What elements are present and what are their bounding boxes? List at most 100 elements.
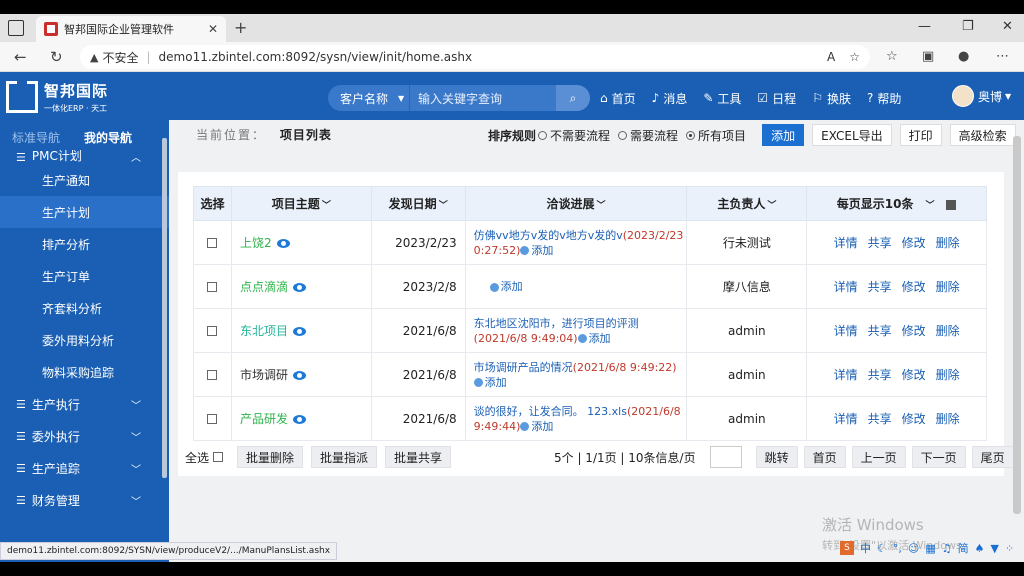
share-link[interactable]: 共享: [868, 368, 892, 382]
close-tab-icon[interactable]: ✕: [208, 22, 218, 36]
moon-icon[interactable]: ☾: [877, 542, 887, 555]
new-tab-icon[interactable]: +: [234, 18, 247, 37]
radio-all[interactable]: 所有项目: [686, 127, 746, 144]
row-checkbox[interactable]: [207, 282, 218, 292]
add-progress-link[interactable]: 添加: [520, 420, 553, 433]
ime-chinese[interactable]: 中: [860, 540, 871, 556]
add-progress-link[interactable]: 添加: [577, 332, 611, 345]
row-checkbox[interactable]: [207, 370, 218, 380]
menu-home[interactable]: ⌂ 首页: [600, 90, 636, 107]
col-progress[interactable]: 洽谈进展 ﹀: [464, 186, 688, 221]
detail-link[interactable]: 详情: [834, 280, 858, 294]
row-checkbox[interactable]: [207, 414, 218, 424]
excel-export-button[interactable]: EXCEL导出: [812, 124, 892, 146]
print-button[interactable]: 打印: [899, 124, 942, 146]
progress-text[interactable]: 仿佛vv地方v发的v地方v发的v: [474, 229, 623, 242]
tab-my-nav[interactable]: 我的导航: [72, 129, 144, 146]
sidebar-item[interactable]: 排产分析: [0, 228, 169, 260]
menu-skin[interactable]: ⚐ 换肤: [812, 90, 851, 107]
search-input[interactable]: 输入关键字查询: [410, 85, 556, 111]
edit-link[interactable]: 修改: [902, 368, 926, 382]
eye-icon[interactable]: [292, 415, 306, 424]
favorite-icon[interactable]: ☆: [849, 50, 860, 64]
progress-text[interactable]: 东北地区沈阳市，进行项目的评测: [474, 317, 639, 330]
advanced-search-button[interactable]: 高级检索: [949, 124, 1016, 146]
project-link[interactable]: 东北项目: [240, 324, 288, 338]
eye-icon[interactable]: [292, 371, 306, 380]
detail-link[interactable]: 详情: [834, 412, 858, 426]
share-link[interactable]: 共享: [868, 324, 892, 338]
collections-icon[interactable]: ▣: [922, 49, 934, 64]
share-link[interactable]: 共享: [868, 236, 892, 250]
edit-link[interactable]: 修改: [902, 280, 926, 294]
sidebar-item[interactable]: 生产通知: [0, 164, 169, 196]
delete-link[interactable]: 删除: [936, 280, 960, 294]
add-progress-link[interactable]: 添加: [489, 280, 523, 293]
detail-link[interactable]: 详情: [834, 368, 858, 382]
row-checkbox[interactable]: [207, 326, 218, 336]
radio-no-flow[interactable]: 不需要流程: [538, 127, 610, 144]
edit-link[interactable]: 修改: [902, 236, 926, 250]
profile-icon[interactable]: ●: [958, 49, 969, 64]
menu-help[interactable]: ? 帮助: [867, 90, 901, 107]
user-menu[interactable]: 奥博 ▼: [952, 85, 1011, 107]
ime-logo-icon[interactable]: S: [840, 541, 854, 555]
radio-need-flow[interactable]: 需要流程: [618, 127, 678, 144]
menu-schedule[interactable]: ☑ 日程: [757, 90, 796, 107]
project-link[interactable]: 点点滴滴: [240, 280, 288, 294]
sidebar-group[interactable]: ☰ 财务管理 ﹀: [0, 484, 169, 516]
header-checkbox[interactable]: [946, 199, 957, 210]
sidebar-scrollbar[interactable]: [162, 138, 167, 478]
sidebar-group[interactable]: ☰ 生产追踪 ﹀: [0, 452, 169, 484]
sidebar-item[interactable]: 物料采购追踪: [0, 356, 169, 388]
col-subject[interactable]: 项目主题 ﹀: [230, 186, 372, 221]
detail-link[interactable]: 详情: [834, 324, 858, 338]
keyboard-icon[interactable]: ▦: [925, 542, 935, 555]
project-link[interactable]: 市场调研: [240, 368, 288, 382]
close-window-icon[interactable]: ✕: [1002, 19, 1013, 34]
prev-page-button[interactable]: 上一页: [851, 446, 906, 468]
project-link[interactable]: 上饶2: [240, 236, 272, 250]
row-checkbox[interactable]: [207, 238, 218, 248]
tab-actions-icon[interactable]: [8, 20, 24, 36]
browser-tab[interactable]: 智邦国际企业管理软件 ✕: [36, 16, 226, 42]
delete-link[interactable]: 删除: [936, 412, 960, 426]
col-date[interactable]: 发现日期 ﹀: [370, 186, 466, 221]
back-icon[interactable]: ←: [14, 48, 27, 66]
punctuation-icon[interactable]: °,: [893, 542, 902, 555]
delete-link[interactable]: 删除: [936, 236, 960, 250]
first-page-button[interactable]: 首页: [803, 446, 846, 468]
minimize-icon[interactable]: —: [918, 19, 931, 34]
restore-icon[interactable]: ❐: [962, 19, 974, 34]
search-type-select[interactable]: 客户名称 ▼: [328, 85, 410, 111]
progress-text[interactable]: 市场调研产品的情况: [474, 361, 573, 374]
sidebar-item-active[interactable]: 生产计划: [0, 196, 169, 228]
menu-messages[interactable]: ♪ 消息: [652, 90, 688, 107]
next-page-button[interactable]: 下一页: [911, 446, 966, 468]
sidebar-item[interactable]: 委外用料分析: [0, 324, 169, 356]
eye-icon[interactable]: [292, 283, 306, 292]
batch-assign-button[interactable]: 批量指派: [311, 446, 378, 468]
page-scrollbar[interactable]: [1013, 136, 1021, 514]
grid-icon[interactable]: ⁘: [1005, 542, 1014, 555]
skin-icon[interactable]: ♠: [975, 542, 985, 555]
favorites-icon[interactable]: ☆: [886, 49, 898, 64]
batch-delete-button[interactable]: 批量删除: [237, 446, 304, 468]
shirt-icon[interactable]: ▼: [991, 542, 999, 555]
add-progress-link[interactable]: 添加: [473, 376, 507, 389]
select-all-checkbox[interactable]: [213, 452, 224, 462]
progress-text[interactable]: 谈的很好，让发合同。 123.xls: [474, 405, 627, 418]
url-field[interactable]: ▲ 不安全 | demo11.zbintel.com:8092/sysn/vie…: [80, 45, 870, 69]
read-aloud-icon[interactable]: A: [827, 50, 835, 64]
detail-link[interactable]: 详情: [834, 236, 858, 250]
tab-standard-nav[interactable]: 标准导航: [0, 129, 72, 146]
edit-link[interactable]: 修改: [902, 412, 926, 426]
more-icon[interactable]: ⋯: [996, 49, 1009, 64]
menu-tools[interactable]: ✎ 工具: [703, 90, 741, 107]
col-owner[interactable]: 主负责人 ﹀: [686, 186, 808, 221]
add-button[interactable]: 添加: [762, 124, 805, 146]
ime-simplified[interactable]: 简: [958, 540, 969, 556]
page-number-input[interactable]: [709, 446, 742, 468]
add-progress-link[interactable]: 添加: [520, 244, 553, 257]
sidebar-group[interactable]: ☰ 生产执行 ﹀: [0, 388, 169, 420]
